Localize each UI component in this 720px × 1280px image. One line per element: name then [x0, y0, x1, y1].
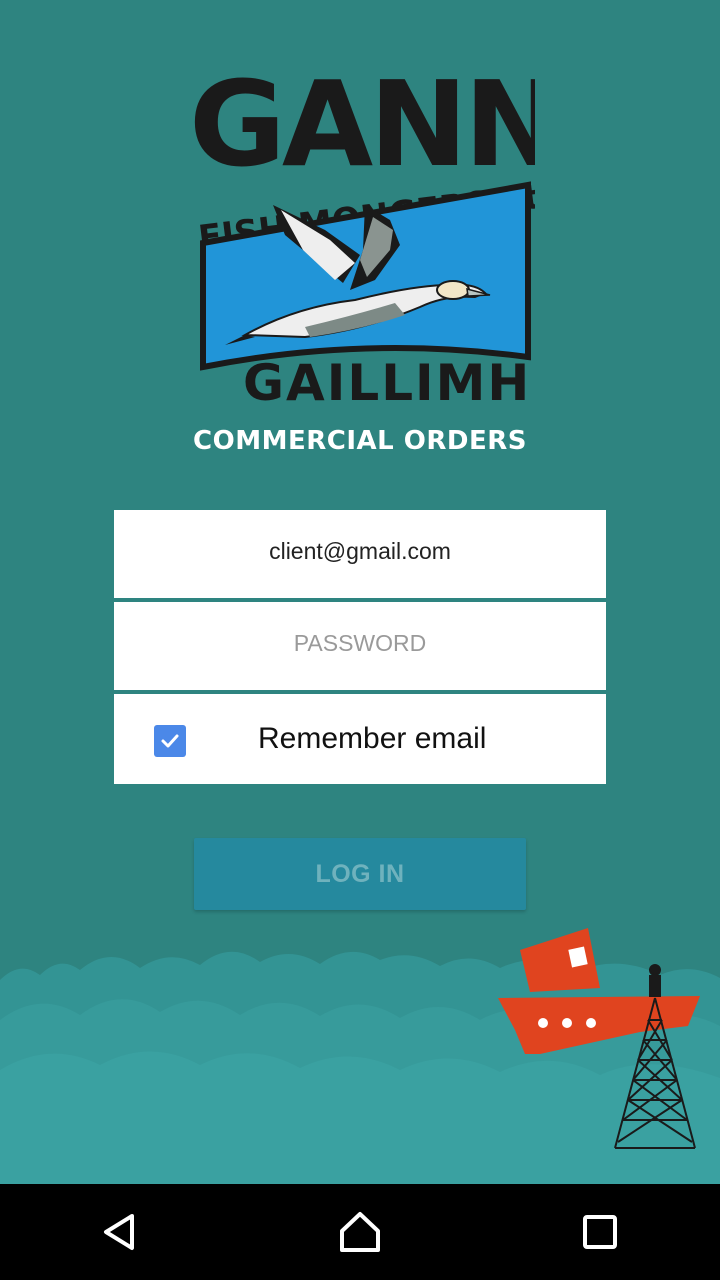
gannet-logo: GANNET FISH MONGERS Ltd. — [185, 45, 535, 410]
email-field-container — [114, 510, 606, 598]
svg-text:GAILLIMH: GAILLIMH — [243, 354, 531, 410]
login-button[interactable]: LOG IN — [194, 838, 526, 910]
remember-email-row[interactable]: Remember email — [114, 694, 606, 784]
check-icon — [161, 734, 179, 748]
app-subtitle: COMMERCIAL ORDERS — [193, 426, 527, 456]
remember-email-label: Remember email — [258, 722, 487, 755]
email-input[interactable] — [114, 537, 606, 565]
back-button[interactable] — [80, 1192, 160, 1272]
svg-text:GANNET: GANNET — [189, 55, 535, 193]
home-icon — [340, 1212, 380, 1252]
remember-email-checkbox[interactable] — [154, 725, 186, 757]
password-input[interactable] — [114, 629, 606, 657]
sea-waves-graphic — [0, 928, 720, 1184]
recents-button[interactable] — [560, 1192, 640, 1272]
recents-square-icon — [583, 1215, 617, 1249]
sea-illustration — [0, 920, 720, 1184]
gannet-logo-graphic: GANNET FISH MONGERS Ltd. — [189, 55, 535, 410]
home-button[interactable] — [320, 1192, 400, 1272]
back-triangle-icon — [104, 1214, 134, 1250]
login-screen: GANNET FISH MONGERS Ltd. — [0, 0, 720, 1184]
password-field-container — [114, 602, 606, 690]
system-navigation-bar — [0, 1184, 720, 1280]
